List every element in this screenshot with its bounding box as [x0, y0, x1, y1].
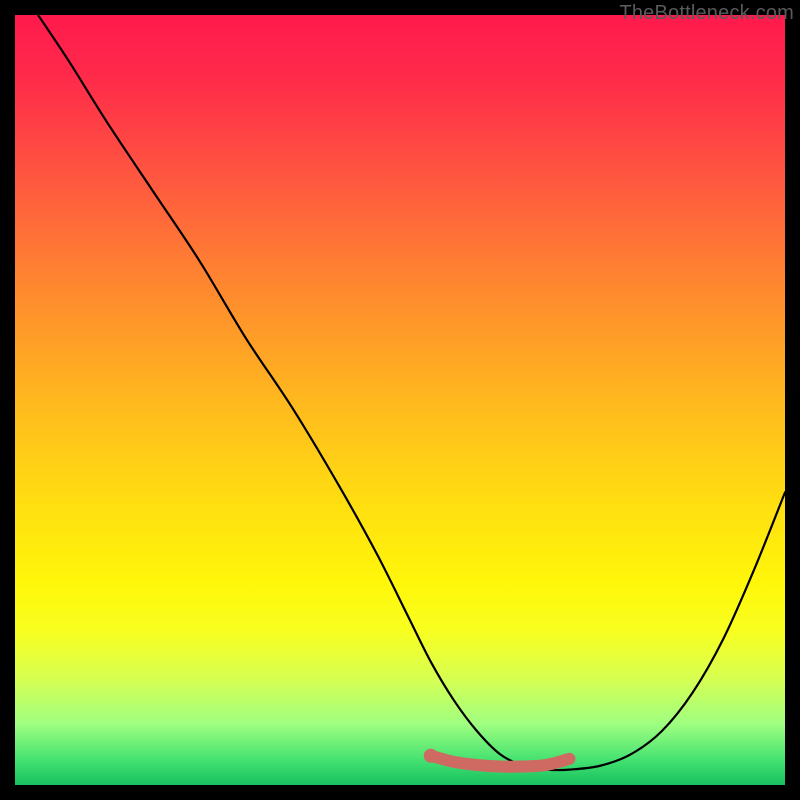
watermark-text: TheBottleneck.com: [619, 2, 794, 25]
chart-frame: [15, 15, 785, 785]
chart-plot: [15, 15, 785, 785]
curve-main: [38, 15, 785, 770]
